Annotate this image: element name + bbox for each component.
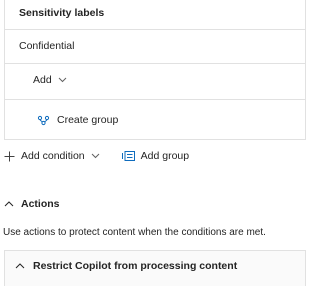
condition-toolbar: Add condition Add group	[4, 150, 189, 162]
add-label-button[interactable]: Add	[33, 74, 67, 86]
sensitivity-label-value: Confidential	[19, 40, 75, 52]
divider	[5, 99, 305, 100]
policy-conditions-panel: Sensitivity labels Confidential Add Crea…	[0, 0, 308, 286]
create-group-label: Create group	[57, 114, 119, 126]
restrict-copilot-title: Restrict Copilot from processing content	[33, 260, 238, 272]
add-group-button[interactable]: Add group	[121, 150, 190, 162]
add-group-label: Add group	[140, 150, 190, 162]
divider	[5, 29, 305, 30]
chevron-up-icon	[4, 201, 14, 207]
action-item: Restrict Copilot from processing content	[4, 250, 306, 286]
chevron-up-icon	[15, 263, 25, 269]
chevron-down-icon	[58, 77, 67, 83]
group-icon	[37, 115, 50, 126]
restrict-copilot-toggle[interactable]: Restrict Copilot from processing content	[15, 260, 237, 272]
divider	[5, 63, 305, 64]
add-label-text: Add	[33, 74, 52, 86]
actions-title: Actions	[21, 198, 60, 210]
actions-description: Use actions to protect content when the …	[3, 227, 266, 238]
add-condition-label: Add condition	[21, 150, 85, 162]
add-condition-button[interactable]: Add condition	[4, 150, 100, 162]
chevron-down-icon	[91, 153, 100, 159]
actions-section-toggle[interactable]: Actions	[4, 198, 60, 210]
sensitivity-labels-header: Sensitivity labels	[19, 7, 105, 19]
group-list-icon	[121, 151, 135, 161]
condition-group: Sensitivity labels Confidential Add Crea…	[4, 0, 306, 140]
create-group-button[interactable]: Create group	[37, 114, 118, 126]
plus-icon	[4, 151, 15, 162]
